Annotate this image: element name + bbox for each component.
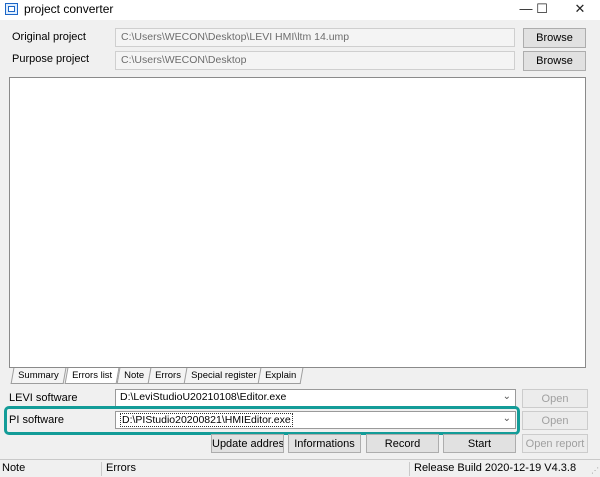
status-errors: Errors [106,462,136,474]
maximize-button[interactable]: ☐ [524,0,560,20]
purpose-project-label: Purpose project [12,53,90,65]
tab-summary[interactable]: Summary [10,368,67,384]
levi-software-value: D:\LeviStudioU20210108\Editor.exe [120,391,287,403]
purpose-project-browse-button[interactable]: Browse [523,51,586,71]
tab-special-register[interactable]: Special register [183,368,264,384]
tab-errors-list[interactable]: Errors list [64,368,120,384]
levi-software-open-button[interactable]: Open [522,389,588,408]
open-report-button[interactable]: Open report [522,434,588,453]
levi-software-select[interactable]: D:\LeviStudioU20210108\Editor.exe ⌄ [115,389,516,407]
purpose-project-field[interactable]: C:\Users\WECON\Desktop [115,51,515,70]
original-project-browse-button[interactable]: Browse [523,28,586,48]
status-bar: Note Errors Release Build 2020-12-19 V4.… [0,459,600,477]
start-button[interactable]: Start [443,434,516,453]
chevron-down-icon: ⌄ [502,391,511,402]
chevron-down-icon: ⌄ [502,413,511,424]
status-divider [409,462,410,476]
pi-software-label: PI software [9,414,65,426]
status-divider [101,462,102,476]
tab-explain[interactable]: Explain [257,368,304,384]
resize-grip-icon[interactable]: ⋰ [589,466,599,476]
tab-errors[interactable]: Errors [147,368,189,384]
pi-software-select[interactable]: D:\PIStudio20200821\HMIEditor.exe ⌄ [115,411,516,429]
close-button[interactable]: ✕ [562,0,598,20]
update-address-button[interactable]: Update address [211,434,284,453]
window-title: project converter [24,2,114,16]
status-build-version: Release Build 2020-12-19 V4.3.8 [414,462,577,474]
tab-note[interactable]: Note [116,368,152,384]
status-note: Note [2,462,26,474]
app-icon [5,3,18,15]
original-project-field[interactable]: C:\Users\WECON\Desktop\LEVI HMI\ltm 14.u… [115,28,515,47]
pi-software-open-button[interactable]: Open [522,411,588,430]
title-bar: project converter — ☐ ✕ [0,0,600,20]
output-panel[interactable] [9,77,586,368]
record-button[interactable]: Record [366,434,439,453]
levi-software-label: LEVI software [9,392,78,404]
pi-software-value: D:\PIStudio20200821\HMIEditor.exe [120,413,293,427]
original-project-label: Original project [12,31,86,43]
informations-button[interactable]: Informations [288,434,361,453]
